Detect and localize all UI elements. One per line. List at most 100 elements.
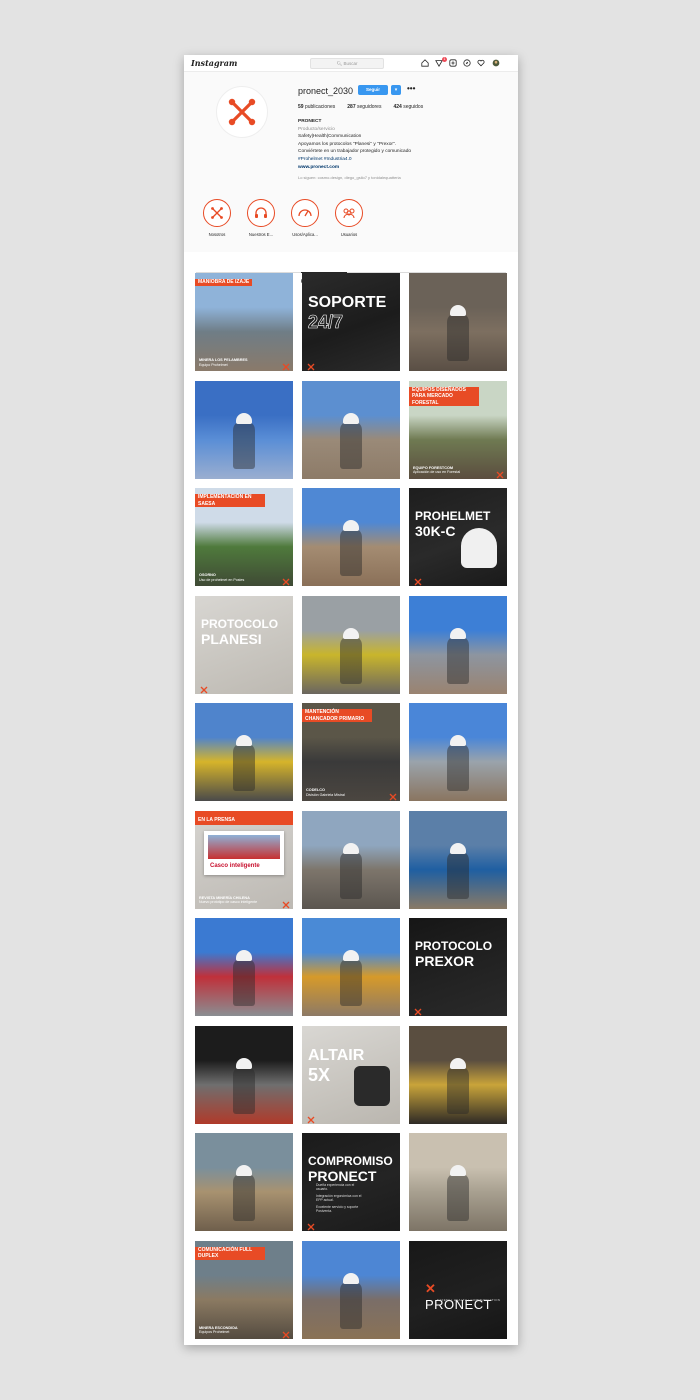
followers-count-stat[interactable]: 287 seguidores	[347, 104, 381, 110]
highlight-nosotros[interactable]: Nosotros	[202, 199, 232, 237]
helmet-shape	[343, 412, 359, 424]
profile-avatar[interactable]	[216, 86, 268, 138]
post-tile[interactable]	[195, 380, 293, 479]
helmet-shape	[450, 1165, 466, 1176]
helmet-shape	[450, 627, 466, 639]
post-tile[interactable]: SOPORTE 24/7	[302, 273, 400, 371]
profile-username: pronect_2030	[298, 86, 354, 96]
post-title-line1: COMPROMISO	[308, 1154, 393, 1168]
pronect-x-icon	[211, 207, 223, 219]
followed-by-text[interactable]: Lo siguen: cosmo.design, diego_gsilo7 y …	[298, 174, 508, 182]
post-tile[interactable]	[302, 595, 400, 694]
post-tile[interactable]	[195, 918, 293, 1016]
post-tile[interactable]	[409, 1025, 507, 1124]
post-title-line2: PRONECT	[308, 1168, 377, 1184]
post-tile[interactable]	[302, 488, 400, 586]
post-tile[interactable]	[409, 595, 507, 694]
follow-button[interactable]: Seguir	[358, 85, 388, 95]
post-tile[interactable]: MANTENCIÓN CHANCADOR PRIMARIO CODELCO Divi…	[302, 703, 400, 801]
pronect-mark-icon	[281, 359, 291, 371]
bio-website-link[interactable]: www.pronect.com	[298, 164, 508, 172]
post-caption: MINERA LOS PELAMBRES Equipo Prohelmet	[199, 358, 248, 367]
post-tile[interactable]	[302, 810, 400, 909]
photo-subject	[340, 958, 362, 1006]
post-title-line2: 5X	[308, 1064, 331, 1085]
post-tile[interactable]: IMPLEMENTACIÓN EN SAESA OSORNO Uso de proh…	[195, 488, 293, 586]
bio-line: Safety|Health|Communication	[298, 134, 362, 140]
post-tile[interactable]: COMUNICACIÓN FULL DUPLEX MINERA ESCONDIDA…	[195, 1240, 293, 1339]
post-tile[interactable]	[409, 703, 507, 801]
post-bullet: Dueña experiencia con el usuario.	[316, 1183, 355, 1192]
post-tile[interactable]	[195, 703, 293, 801]
post-tag-label: COMUNICACIÓN FULL DUPLEX	[195, 1246, 265, 1260]
pronect-mark-icon	[199, 682, 209, 693]
photo-subject	[447, 1173, 469, 1221]
press-headline: Casco inteligente	[210, 862, 260, 869]
post-tile[interactable]	[302, 1240, 400, 1339]
home-icon[interactable]	[421, 59, 429, 67]
bio-hashtags[interactable]: #Prohelmet #Industria4.0	[298, 156, 508, 164]
post-title-line1: PROTOCOLO	[415, 939, 493, 953]
search-input[interactable]: 🔍︎ Buscar	[310, 58, 384, 69]
photo-subject	[447, 743, 469, 791]
post-tile[interactable]	[302, 918, 400, 1016]
post-tile[interactable]: PROTOCOLO PREXOR	[409, 918, 507, 1016]
post-bullet: Excelente servicio y soporte Postventa.	[316, 1205, 359, 1214]
post-tile[interactable]	[302, 380, 400, 479]
users-icon	[343, 208, 355, 219]
helmet-shape	[236, 950, 252, 961]
profile-avatar-icon[interactable]	[492, 59, 500, 67]
brand-logo-text: ✕ PRONECT	[425, 1280, 493, 1312]
story-highlights: Nosotros Nuestros E... Usos/Aplica... Us…	[202, 199, 364, 237]
photo-subject	[233, 1173, 255, 1221]
post-tile[interactable]: EQUIPOS DISEÑADOS PARA MERCADO FORESTAL E…	[409, 380, 507, 479]
post-caption: MINERA ESCONDIDA Equipos Prohelmet	[199, 1326, 238, 1335]
post-tile[interactable]	[409, 1133, 507, 1231]
suggested-dropdown-button[interactable]: ▾	[391, 85, 401, 95]
highlight-nuestros-equipos[interactable]: Nuestros E...	[246, 199, 276, 237]
highlight-label: Usuarios	[340, 232, 358, 237]
photo-subject	[447, 635, 469, 684]
post-tile[interactable]	[409, 810, 507, 909]
post-tile[interactable]: COMPROMISO PRONECT Dueña experiencia con e…	[302, 1133, 400, 1231]
pronect-logo-icon	[228, 98, 256, 126]
post-tile[interactable]	[409, 273, 507, 371]
pronect-mark-icon	[413, 1004, 423, 1016]
post-tile[interactable]: PROTOCOLO PLANESI	[195, 595, 293, 694]
post-tile[interactable]	[195, 1133, 293, 1231]
helmet-shape	[343, 950, 359, 961]
press-clipping: Casco inteligente	[204, 830, 284, 875]
explore-icon[interactable]	[463, 59, 471, 67]
post-title-line1: PROHELMET	[415, 509, 491, 523]
heart-icon[interactable]	[477, 59, 485, 67]
highlight-usos-aplicaciones[interactable]: Usos/Aplica...	[290, 199, 320, 237]
helmet-shape	[450, 735, 466, 746]
post-caption-subtitle: Equipos Prohelmet	[199, 1330, 230, 1334]
new-post-icon[interactable]	[449, 59, 457, 67]
highlight-usuarios[interactable]: Usuarios	[334, 199, 364, 237]
pronect-mark-icon	[306, 1112, 316, 1123]
post-title-line2: 30K-C	[415, 523, 456, 539]
pronect-mark-icon	[306, 1219, 316, 1231]
helmet-shape	[450, 842, 466, 854]
photo-subject	[447, 313, 469, 361]
photo-subject	[447, 850, 469, 899]
post-title-line1: SOPORTE	[308, 294, 387, 311]
helmet-shape	[343, 842, 359, 854]
post-tile[interactable]: EN LA PRENSA REVISTA MINERÍA CHILENA Nuevo…	[195, 810, 293, 909]
post-tile[interactable]: ALTAIR 5X	[302, 1025, 400, 1124]
pronect-mark-icon	[281, 897, 291, 908]
post-tile[interactable]	[195, 1025, 293, 1124]
highlight-label: Usos/Aplica...	[292, 232, 318, 237]
posts-count-stat: 59 publicaciones	[298, 104, 336, 110]
post-tile[interactable]: PROHELMET 30K-C	[409, 488, 507, 586]
headset-icon	[255, 207, 267, 218]
post-caption-title: OSORNO	[199, 573, 216, 577]
more-options-button[interactable]: •••	[407, 84, 415, 93]
helmet-shape	[236, 1165, 252, 1176]
post-tile[interactable]: ✕ PRONECT SAFETY | HEALTH | COMMUNICATION	[409, 1240, 507, 1339]
post-tile[interactable]: MANIOBRA DE IZAJE MINERA LOS PELAMBRES Equ…	[195, 273, 293, 371]
following-count-stat[interactable]: 424 seguidos	[393, 104, 423, 110]
instagram-logo[interactable]: Instagram	[191, 58, 237, 68]
instagram-profile-page: Instagram 🔍︎ Buscar 1 pronect_2030 Segui…	[184, 55, 518, 1345]
